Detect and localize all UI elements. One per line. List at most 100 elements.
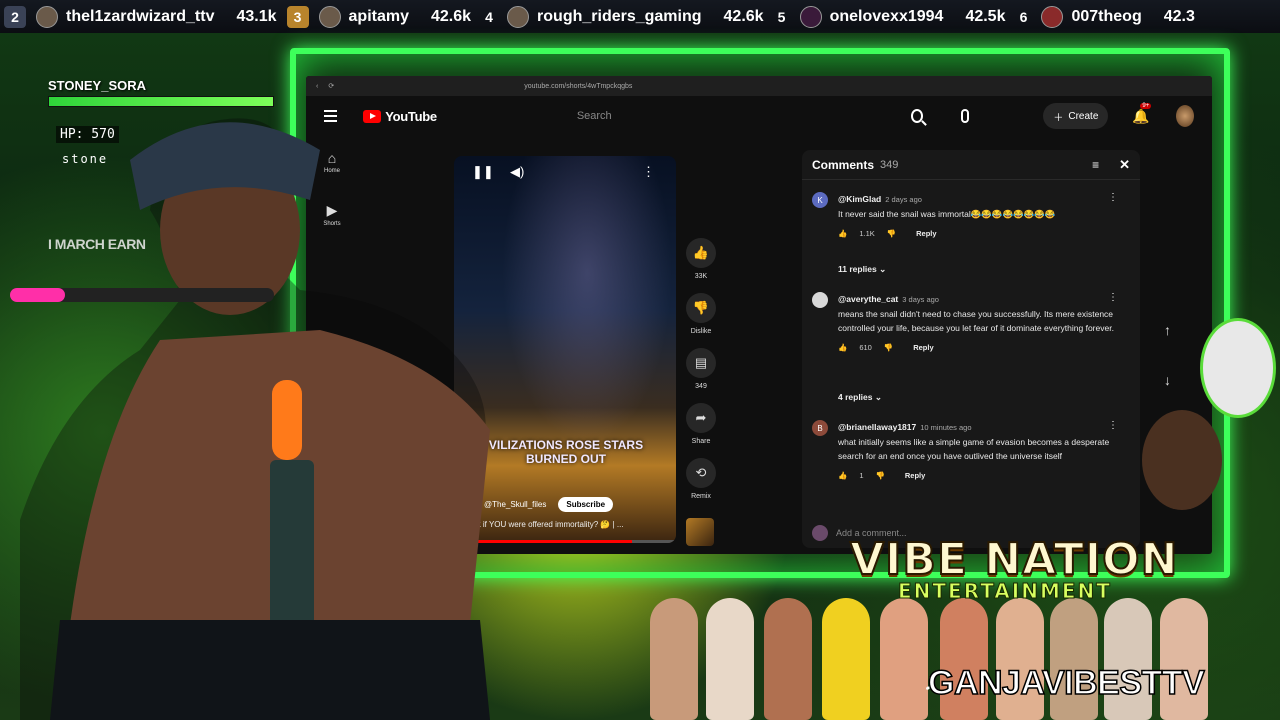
avatar xyxy=(507,5,530,28)
goal-progress-fill xyxy=(10,288,66,302)
url-bar[interactable]: ‹ ⟳ youtube.com/shorts/4wTmpckqgbs xyxy=(306,76,1212,96)
sort-icon[interactable]: ≡ xyxy=(1092,158,1099,172)
cast-portrait xyxy=(880,598,928,720)
leaderboard-name: thel1zardwizard_ttv xyxy=(66,7,215,25)
streamer-webcam xyxy=(20,118,490,720)
create-button[interactable]: ＋ Create xyxy=(1043,103,1109,129)
remix-label: Remix xyxy=(691,493,711,500)
avatar xyxy=(812,525,828,541)
leaderboard-name: rough_riders_gaming xyxy=(537,7,702,25)
replies-toggle[interactable]: 11 replies ⌄ xyxy=(838,264,886,275)
replies-toggle[interactable]: 4 replies ⌄ xyxy=(838,392,882,403)
like-icon[interactable]: 👍 xyxy=(838,227,847,241)
arrow-down-icon[interactable]: ↓ xyxy=(1164,372,1171,388)
character-artwork xyxy=(1142,410,1222,510)
leaderboard-name: apitamy xyxy=(348,7,409,25)
more-icon[interactable]: ⋮ xyxy=(1108,420,1118,431)
health-bar-fill xyxy=(49,97,273,106)
comment-item: @averythe_cat 3 days ago means the snail … xyxy=(812,292,1132,355)
comments-header: Comments 349 ≡ ✕ xyxy=(802,150,1140,180)
avatar[interactable] xyxy=(812,292,828,308)
leaderboard-score: 42.6k xyxy=(431,7,472,25)
remix-button[interactable]: ⟲ Remix xyxy=(684,458,718,500)
leaderboard-entry: thel1zardwizard_ttv 43.1k xyxy=(36,5,277,28)
comments-panel: Comments 349 ≡ ✕ K @KimGlad 2 days ago It… xyxy=(802,150,1140,548)
like-icon[interactable]: 👍 xyxy=(838,341,847,355)
rank-badge: 2 xyxy=(4,5,26,28)
rank-badge: 5 xyxy=(777,8,786,25)
more-icon[interactable]: ⋮ xyxy=(1108,292,1118,303)
comment-icon: ▤ xyxy=(686,348,716,378)
comment-count: 349 xyxy=(695,383,707,390)
volume-icon[interactable]: ◀) xyxy=(510,164,524,180)
bell-icon[interactable]: 🔔 9+ xyxy=(1132,102,1152,125)
cast-portrait xyxy=(822,598,870,720)
reply-button[interactable]: Reply xyxy=(905,469,925,483)
streamer-tag: stone xyxy=(62,152,109,166)
avatar[interactable]: B xyxy=(812,420,828,436)
rank-badge: 4 xyxy=(485,8,493,25)
rank-badge: 3 xyxy=(286,5,309,28)
vibe-nation-logo: VIBE NATION xyxy=(849,533,1179,586)
channel-watermark: GANJAVIBESTTV xyxy=(927,663,1205,703)
url-text[interactable]: youtube.com/shorts/4wTmpckqgbs xyxy=(524,83,632,90)
search-input[interactable]: Search xyxy=(577,105,891,127)
chevron-down-icon: ⌄ xyxy=(879,264,887,274)
avatar xyxy=(799,5,822,28)
avatar xyxy=(1041,5,1064,28)
comment-author[interactable]: @brianellaway1817 xyxy=(838,422,916,432)
avatar[interactable]: K xyxy=(812,192,828,208)
share-icon: ➦ xyxy=(686,403,716,433)
back-icon[interactable]: ‹ xyxy=(316,83,318,90)
dislike-icon[interactable]: 👎 xyxy=(884,341,893,355)
comment-item: K @KimGlad 2 days ago It never said the s… xyxy=(812,192,1132,241)
leaderboard-entry: rough_riders_gaming 42.6k xyxy=(507,5,764,28)
close-icon[interactable]: ✕ xyxy=(1119,157,1130,173)
notification-badge: 9+ xyxy=(1140,102,1152,109)
share-label: Share xyxy=(691,438,711,445)
leaderboard-score: 42.5k xyxy=(965,7,1006,25)
dislike-button[interactable]: 👎 Dislike xyxy=(684,293,718,335)
comment-text: means the snail didn't need to chase you… xyxy=(838,309,1114,333)
comment-author[interactable]: @KimGlad xyxy=(838,194,881,204)
mic-icon[interactable] xyxy=(961,109,970,123)
like-button[interactable]: 👍 33K xyxy=(684,238,718,280)
comment-time: 3 days ago xyxy=(902,295,939,304)
comments-button[interactable]: ▤ 349 xyxy=(684,348,718,390)
leaderboard-entry: apitamy 42.6k xyxy=(318,5,472,28)
joker-artwork xyxy=(1200,318,1276,418)
more-icon[interactable]: ⋮ xyxy=(1108,192,1118,203)
more-icon[interactable]: ⋮ xyxy=(642,164,655,180)
avatar xyxy=(318,5,341,28)
search-icon[interactable] xyxy=(910,109,924,123)
remix-icon: ⟲ xyxy=(686,458,716,488)
reload-icon[interactable]: ⟳ xyxy=(328,82,334,90)
reply-button[interactable]: Reply xyxy=(916,227,936,241)
avatar[interactable] xyxy=(1175,105,1195,127)
subscribe-button[interactable]: Subscribe xyxy=(558,496,614,512)
replies-count: 11 replies xyxy=(838,264,877,274)
like-count: 33K xyxy=(694,273,708,280)
like-icon[interactable]: 👍 xyxy=(838,469,847,483)
create-label: Create xyxy=(1068,110,1099,122)
reply-button[interactable]: Reply xyxy=(913,341,933,355)
chevron-down-icon: ⌄ xyxy=(874,392,882,402)
avatar xyxy=(36,5,58,28)
dislike-icon[interactable]: 👎 xyxy=(876,469,885,483)
channel-name[interactable]: @The_Skull_files xyxy=(484,500,546,509)
comment-time: 10 minutes ago xyxy=(920,423,972,432)
hp-readout: HP: 570 xyxy=(56,126,119,143)
share-button[interactable]: ➦ Share xyxy=(684,403,718,445)
video-caption: VILIZATIONS ROSE STARS BURNED OUT xyxy=(488,438,644,466)
comment-author[interactable]: @averythe_cat xyxy=(838,294,898,304)
sound-thumbnail[interactable] xyxy=(686,518,714,546)
rank-badge: 6 xyxy=(1019,8,1028,25)
like-icon: 👍 xyxy=(686,238,716,268)
dislike-icon[interactable]: 👎 xyxy=(887,227,896,241)
cast-portrait xyxy=(706,598,754,720)
comment-item: B @brianellaway1817 10 minutes ago what i… xyxy=(812,420,1132,483)
stream-overlay: 2 thel1zardwizard_ttv 43.1k 3 apitamy 42… xyxy=(0,0,1280,720)
comment-time: 2 days ago xyxy=(885,195,922,204)
dislike-label: Dislike xyxy=(690,328,712,335)
arrow-up-icon[interactable]: ↑ xyxy=(1164,322,1171,338)
